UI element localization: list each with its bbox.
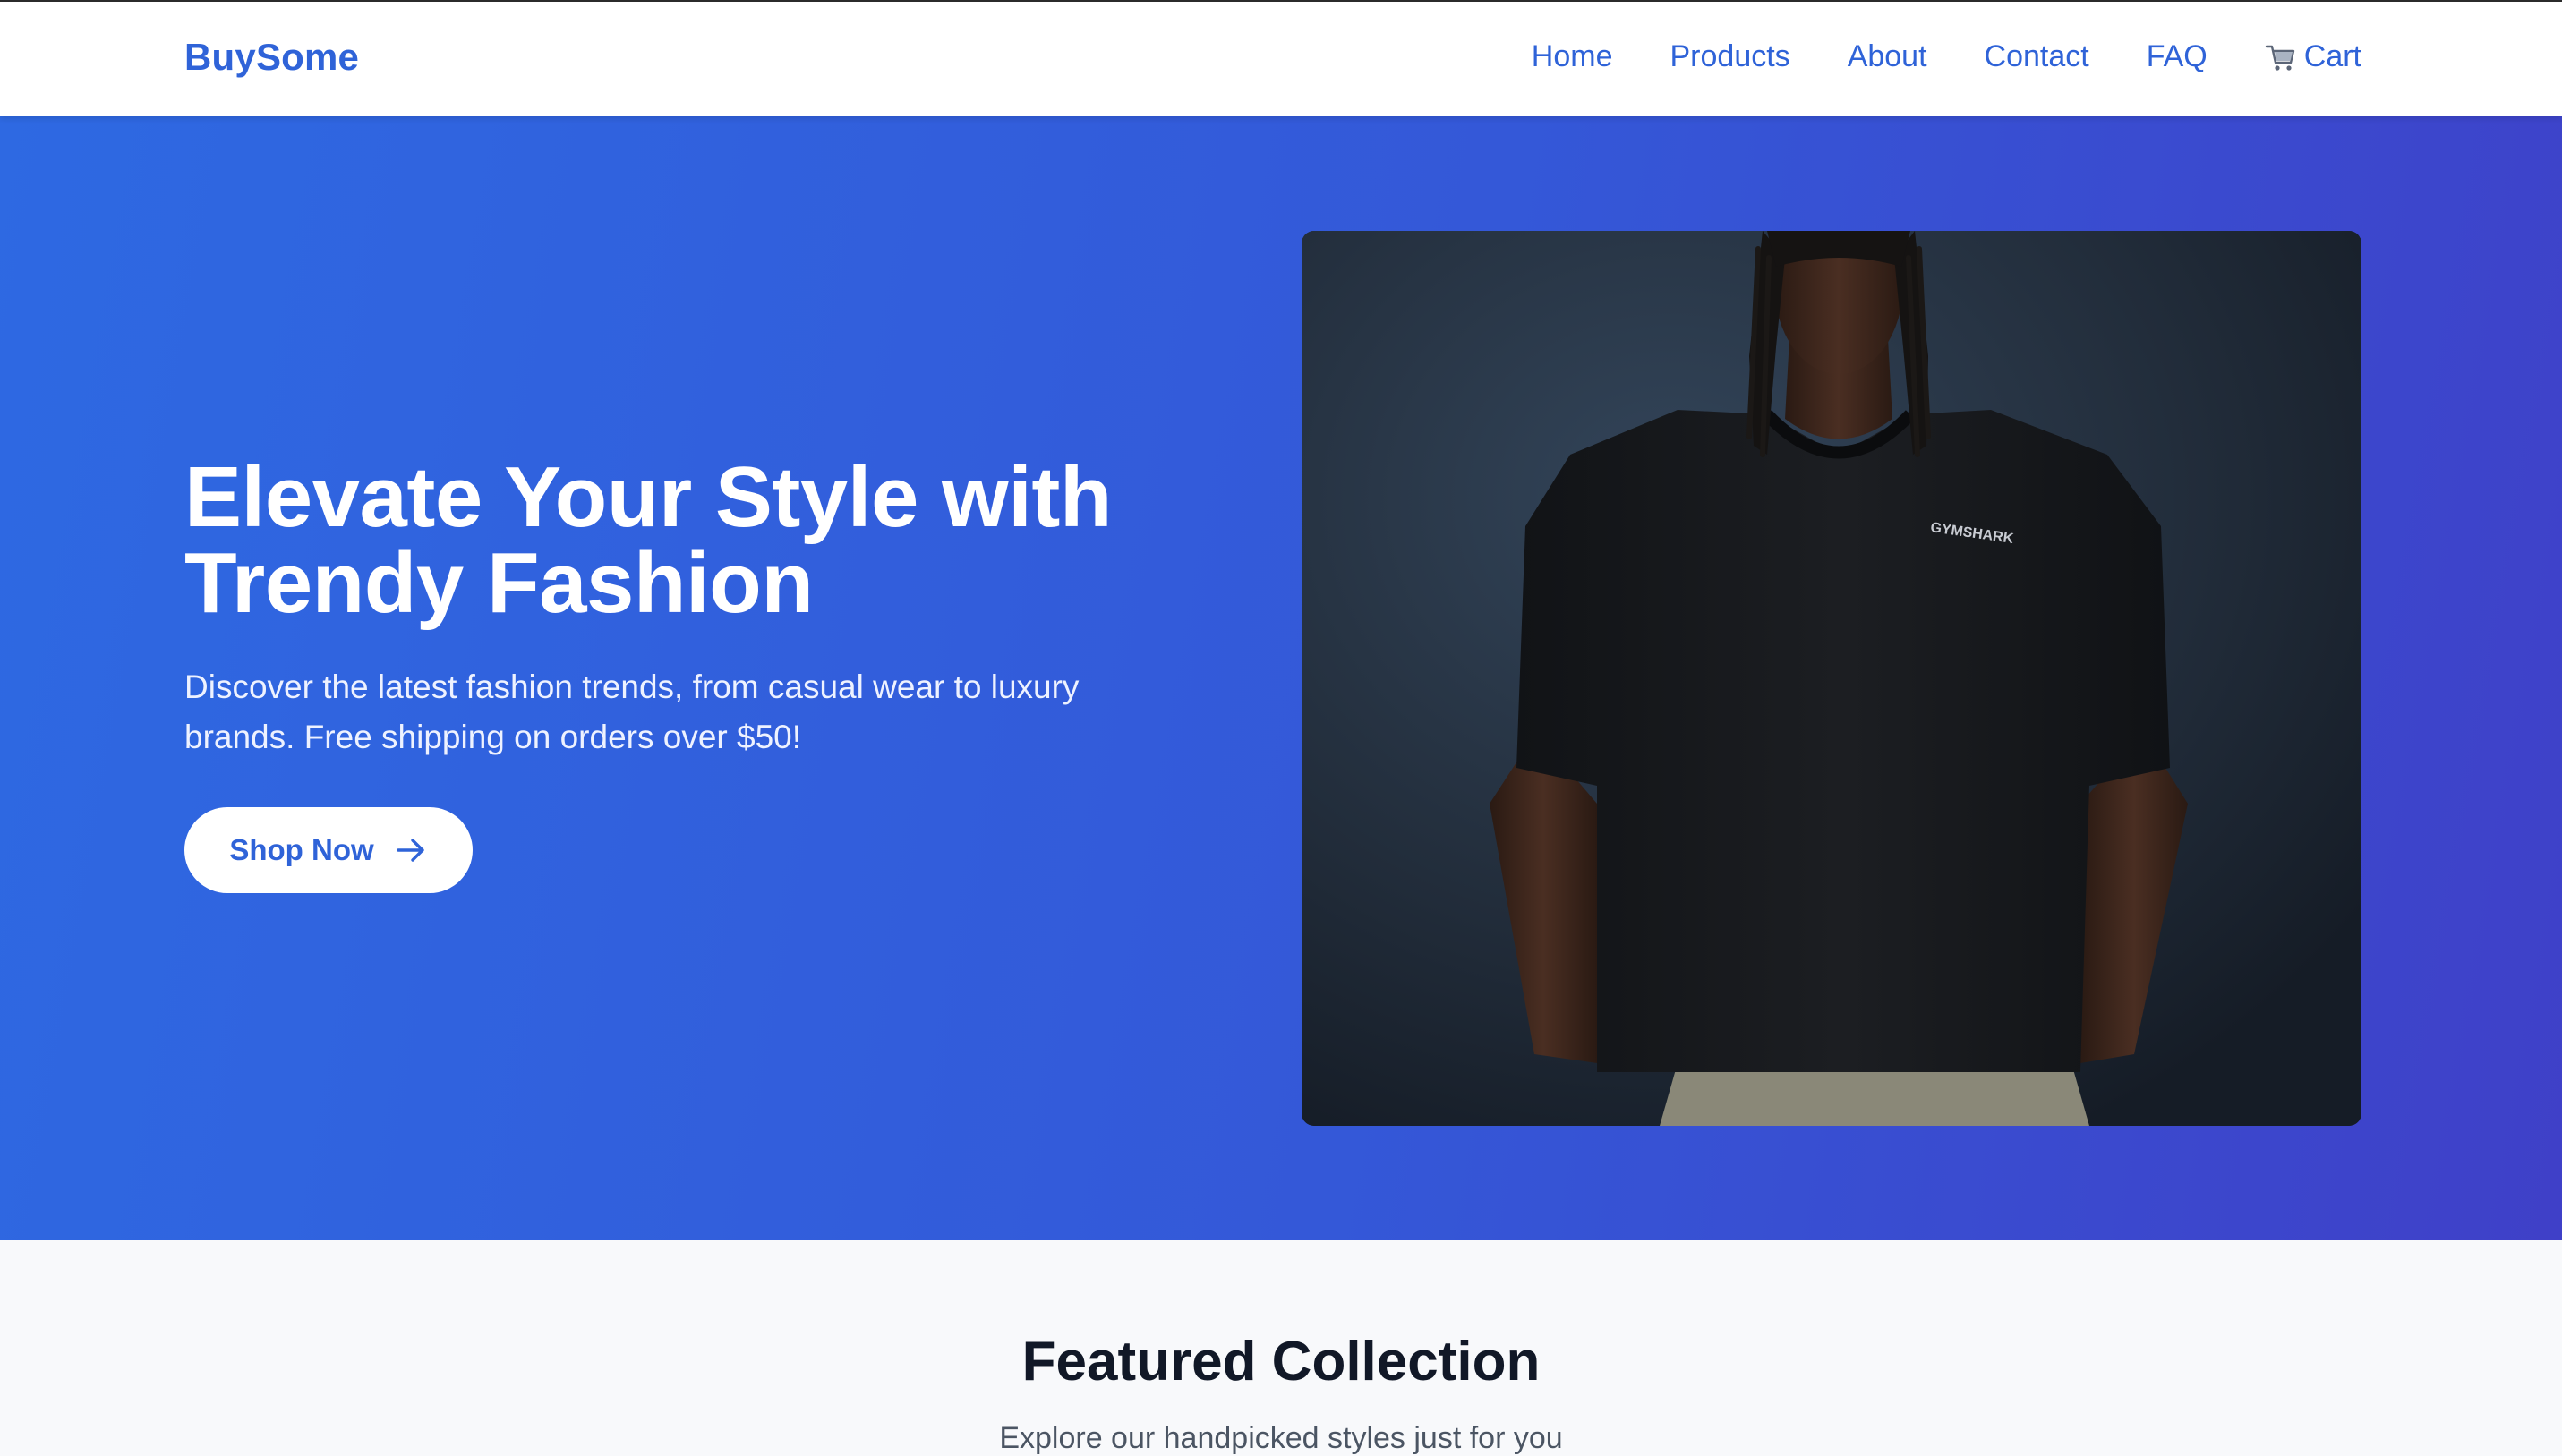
hero-product-image: GYMSHARK <box>1302 231 2361 1126</box>
featured-section: Featured Collection Explore our handpick… <box>0 1240 2562 1455</box>
top-navbar: BuySome Home Products About Contact FAQ … <box>0 0 2562 116</box>
model-photo-illustration: GYMSHARK <box>1302 231 2361 1126</box>
hero-section: Elevate Your Style with Trendy Fashion D… <box>0 116 2562 1240</box>
hero-title-line-2: Trendy Fashion <box>184 535 814 631</box>
featured-title: Featured Collection <box>1021 1331 1541 1392</box>
shopping-cart-icon <box>2265 41 2297 73</box>
shop-now-button[interactable]: Shop Now <box>184 807 473 893</box>
nav-link-cart[interactable]: Cart <box>2265 39 2361 74</box>
brand-logo[interactable]: BuySome <box>184 36 359 79</box>
cart-label: Cart <box>2303 39 2361 73</box>
nav-link-home[interactable]: Home <box>1532 39 1613 74</box>
hero-subtitle: Discover the latest fashion trends, from… <box>184 662 1232 762</box>
nav-link-faq[interactable]: FAQ <box>2147 39 2208 74</box>
featured-subtitle: Explore our handpicked styles just for y… <box>999 1421 1563 1455</box>
hero-title-line-1: Elevate Your Style with <box>184 449 1112 545</box>
nav-link-contact[interactable]: Contact <box>1985 39 2089 74</box>
nav-link-about[interactable]: About <box>1848 39 1927 74</box>
main-nav: Home Products About Contact FAQ Cart <box>1532 39 2361 74</box>
hero-title: Elevate Your Style with Trendy Fashion <box>184 455 1294 626</box>
arrow-right-icon <box>394 833 428 867</box>
hero-subtitle-line-1: Discover the latest fashion trends, from… <box>184 668 1080 705</box>
nav-link-products[interactable]: Products <box>1670 39 1790 74</box>
shop-now-label: Shop Now <box>229 833 374 866</box>
hero-subtitle-line-2: brands. Free shipping on orders over $50… <box>184 719 802 755</box>
